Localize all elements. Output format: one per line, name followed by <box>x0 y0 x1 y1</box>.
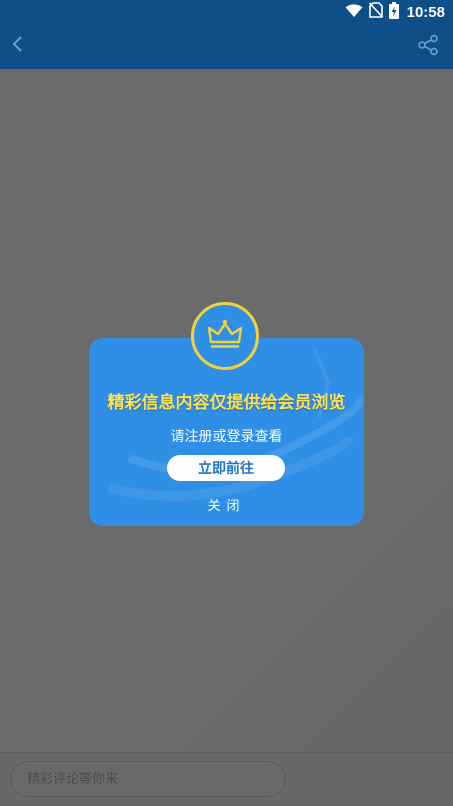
go-now-button[interactable]: 立即前往 <box>167 455 285 481</box>
share-icon <box>417 34 439 60</box>
dialog-subtitle: 请注册或登录查看 <box>170 429 283 445</box>
status-bar: 10:58 <box>0 0 453 24</box>
app-bar <box>0 24 453 69</box>
status-icons: 10:58 <box>345 1 445 23</box>
battery-charging-icon <box>388 1 399 23</box>
membership-dialog: 精彩信息内容仅提供给会员浏览 请注册或登录查看 立即前往 关闭 <box>89 302 364 526</box>
crown-icon <box>205 318 245 354</box>
status-time: 10:58 <box>406 3 445 21</box>
back-button[interactable] <box>4 32 32 60</box>
share-button[interactable] <box>413 32 443 62</box>
close-button[interactable]: 关闭 <box>89 495 364 514</box>
wifi-icon <box>345 3 363 22</box>
crown-badge <box>191 302 259 370</box>
no-sim-icon <box>368 2 383 22</box>
chevron-left-icon <box>11 35 25 57</box>
screen: 10:58 <box>0 0 453 806</box>
dialog-title: 精彩信息内容仅提供给会员浏览 <box>107 393 346 413</box>
